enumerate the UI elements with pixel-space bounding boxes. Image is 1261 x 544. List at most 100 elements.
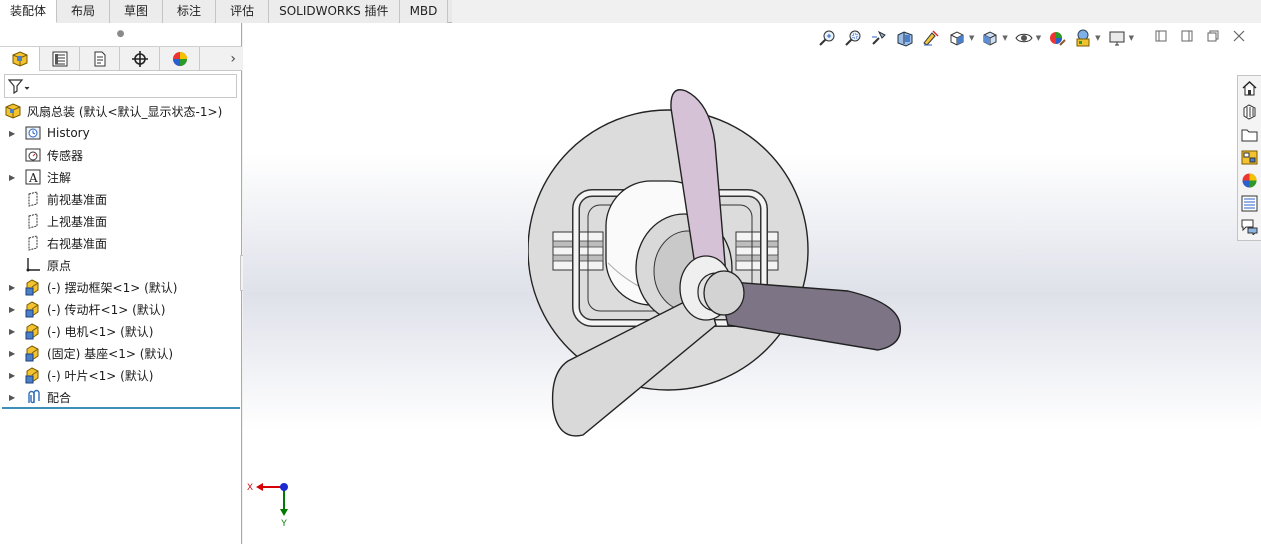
tree-item-front-plane[interactable]: ▶ 前视基准面 — [0, 188, 242, 210]
dimxpertmanager-icon[interactable] — [120, 47, 160, 71]
hide-show-icon[interactable] — [1014, 28, 1034, 48]
tab-evaluate[interactable]: 评估 — [216, 0, 270, 23]
custom-properties-icon[interactable] — [1239, 193, 1260, 214]
panel-grip[interactable]: ● — [0, 23, 241, 46]
assembly-icon — [4, 102, 22, 120]
hub-cap — [703, 270, 745, 316]
tree-root-assembly[interactable]: 风扇总装 (默认<默认_显示状态-1>) — [0, 100, 242, 122]
configurationmanager-icon[interactable] — [80, 47, 120, 71]
tab-layout[interactable]: 布局 — [57, 0, 111, 23]
fan-assembly-model[interactable] — [528, 63, 908, 453]
tree-item-label: 右视基准面 — [47, 236, 108, 251]
tree-filter[interactable] — [4, 74, 237, 98]
tree-item-mates[interactable]: ▶ 配合 — [0, 386, 242, 408]
plane-icon — [24, 212, 42, 230]
chevron-down-icon[interactable]: ▼ — [1036, 34, 1041, 42]
part-icon — [24, 366, 42, 384]
previous-view-icon[interactable] — [869, 28, 889, 48]
apply-scene-icon[interactable] — [1073, 28, 1093, 48]
expand-caret-icon[interactable]: ▶ — [9, 305, 17, 314]
tab-mbd[interactable]: MBD — [399, 0, 449, 23]
frame-pin-right — [735, 231, 779, 271]
tree-item-label: (-) 电机<1> (默认) — [47, 324, 154, 339]
dynamic-annotation-icon[interactable] — [921, 28, 941, 48]
expand-caret-icon[interactable]: ▶ — [9, 173, 17, 182]
tree-item-base[interactable]: ▶ (固定) 基座<1> (默认) — [0, 342, 242, 364]
close-icon[interactable] — [1231, 29, 1247, 43]
display-style-icon[interactable] — [980, 28, 1000, 48]
expand-caret-icon[interactable]: ▶ — [9, 283, 17, 292]
tree-item-label: 前视基准面 — [47, 192, 108, 207]
tree-item-label: (-) 摆动框架<1> (默认) — [47, 280, 178, 295]
view-settings-icon[interactable] — [1107, 28, 1127, 48]
tree-item-swing-frame[interactable]: ▶ (-) 摆动框架<1> (默认) — [0, 276, 242, 298]
chevron-down-icon[interactable]: ▼ — [969, 34, 974, 42]
tree-item-label: History — [47, 126, 90, 140]
featuremanager-icon[interactable] — [0, 47, 40, 71]
expand-caret-icon[interactable]: ▶ — [9, 327, 17, 336]
file-explorer-icon[interactable] — [1239, 124, 1260, 145]
triad-x-label: X — [247, 482, 253, 492]
tab-sketch[interactable]: 草图 — [110, 0, 164, 23]
tree-item-label: (-) 叶片<1> (默认) — [47, 368, 154, 383]
tree-item-label: (-) 传动杆<1> (默认) — [47, 302, 166, 317]
appearances-icon[interactable] — [1239, 170, 1260, 191]
design-library-icon[interactable] — [1239, 101, 1260, 122]
tree-item-blade[interactable]: ▶ (-) 叶片<1> (默认) — [0, 364, 242, 386]
forum-icon[interactable] — [1239, 216, 1260, 237]
home-icon[interactable] — [1239, 78, 1260, 99]
tree-item-annotations[interactable]: ▶ A 注解 — [0, 166, 242, 188]
tree-root-label: 风扇总装 (默认<默认_显示状态-1>) — [27, 104, 223, 119]
part-icon — [24, 278, 42, 296]
displaymanager-icon[interactable] — [160, 47, 200, 71]
tree-end-bar — [2, 407, 240, 409]
edit-appearance-icon[interactable] — [1047, 28, 1067, 48]
tree-item-label: 原点 — [47, 258, 72, 273]
annotation-icon: A — [24, 168, 42, 186]
tab-solidworks-addins[interactable]: SOLIDWORKS 插件 — [269, 0, 400, 23]
filter-icon[interactable] — [8, 78, 30, 94]
tree-item-sensors[interactable]: ▶ 传感器 — [0, 144, 242, 166]
chevron-down-icon[interactable]: ▼ — [1002, 34, 1007, 42]
graphics-area[interactable]: ▼ ▼ ▼ ▼ ▼ X Y — [243, 23, 1261, 544]
tree-item-origin[interactable]: ▶ 原点 — [0, 254, 242, 276]
expand-caret-icon[interactable]: ▶ — [9, 393, 17, 402]
tree-item-label: 配合 — [47, 390, 72, 405]
tree-item-label: 上视基准面 — [47, 214, 108, 229]
expand-caret-icon[interactable]: ▶ — [9, 129, 17, 138]
part-icon — [24, 300, 42, 318]
expand-caret-icon[interactable]: ▶ — [9, 371, 17, 380]
tree-item-right-plane[interactable]: ▶ 右视基准面 — [0, 232, 242, 254]
tile-left-icon[interactable] — [1153, 29, 1169, 43]
zoom-to-area-icon[interactable] — [843, 28, 863, 48]
restore-icon[interactable] — [1205, 29, 1221, 43]
chevron-down-icon[interactable]: ▼ — [1095, 34, 1100, 42]
task-pane — [1237, 75, 1261, 241]
tree-item-drive-rod[interactable]: ▶ (-) 传动杆<1> (默认) — [0, 298, 242, 320]
mates-icon — [24, 388, 42, 406]
tile-right-icon[interactable] — [1179, 29, 1195, 43]
section-view-icon[interactable] — [895, 28, 915, 48]
tree-item-history[interactable]: ▶ History — [0, 122, 242, 144]
svg-text:A: A — [28, 171, 38, 185]
tree-item-motor[interactable]: ▶ (-) 电机<1> (默认) — [0, 320, 242, 342]
coordinate-triad: X Y — [247, 482, 288, 528]
tab-markup[interactable]: 标注 — [163, 0, 217, 23]
tree-item-top-plane[interactable]: ▶ 上视基准面 — [0, 210, 242, 232]
view-palette-icon[interactable] — [1239, 147, 1260, 168]
feature-manager-panel: ● › 风扇总装 (默认<默认_显示状态-1>) ▶ History 传感器 ▶… — [0, 23, 242, 544]
more-tabs-chevron-icon[interactable]: › — [200, 47, 242, 70]
triad-y-label: Y — [281, 518, 287, 528]
tree-item-label: (固定) 基座<1> (默认) — [47, 346, 174, 361]
expand-caret-icon[interactable]: ▶ — [9, 349, 17, 358]
chevron-down-icon[interactable]: ▼ — [1129, 34, 1134, 42]
tree-item-label: 传感器 — [47, 148, 84, 163]
plane-icon — [24, 234, 42, 252]
zoom-to-fit-icon[interactable] — [817, 28, 837, 48]
propertymanager-icon[interactable] — [40, 47, 80, 71]
view-orientation-icon[interactable] — [947, 28, 967, 48]
tree-item-label: 注解 — [47, 170, 72, 185]
tab-assembly[interactable]: 装配体 — [0, 0, 58, 23]
feature-tree: 风扇总装 (默认<默认_显示状态-1>) ▶ History ▶ 传感器 ▶ A… — [0, 100, 242, 408]
command-manager-tabs: 装配体 布局 草图 标注 评估 SOLIDWORKS 插件 MBD — [0, 0, 452, 23]
